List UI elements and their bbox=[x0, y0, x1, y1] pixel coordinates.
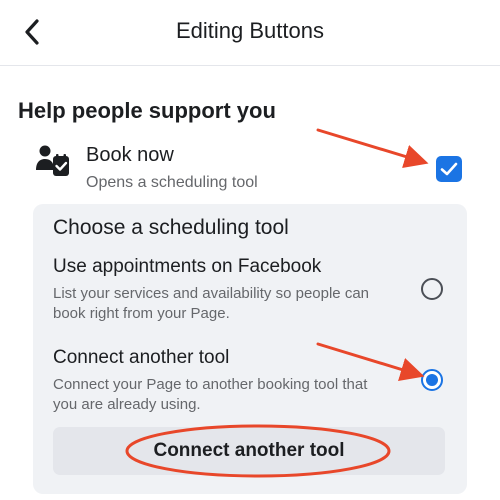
option-title: Use appointments on Facebook bbox=[53, 256, 322, 277]
connect-another-tool-button[interactable]: Connect another tool bbox=[53, 427, 445, 475]
header-bar: Editing Buttons bbox=[0, 0, 500, 66]
option-description: List your services and availability so p… bbox=[53, 285, 370, 322]
section-title: Help people support you bbox=[18, 98, 276, 123]
option-title: Connect another tool bbox=[53, 347, 230, 368]
option-description: Connect your Page to another booking too… bbox=[53, 376, 368, 413]
scheduling-tool-panel: Choose a scheduling tool Use appointment… bbox=[33, 204, 467, 494]
page-title: Editing Buttons bbox=[176, 18, 324, 43]
checkmark-icon bbox=[440, 162, 458, 176]
panel-title: Choose a scheduling tool bbox=[53, 216, 289, 239]
radio-facebook-appointments[interactable] bbox=[421, 278, 443, 300]
book-now-title: Book now bbox=[86, 144, 174, 166]
radio-selected-dot bbox=[426, 374, 438, 386]
book-now-checkbox[interactable] bbox=[436, 156, 462, 182]
option-facebook-appointments[interactable]: Use appointments on Facebook List your s… bbox=[53, 256, 453, 324]
book-now-row[interactable]: Book now Opens a scheduling tool bbox=[0, 136, 500, 198]
book-now-subtitle: Opens a scheduling tool bbox=[86, 174, 258, 191]
radio-connect-another-tool[interactable] bbox=[421, 369, 443, 391]
person-calendar-icon bbox=[36, 145, 69, 176]
option-connect-another-tool[interactable]: Connect another tool Connect your Page t… bbox=[53, 347, 453, 415]
